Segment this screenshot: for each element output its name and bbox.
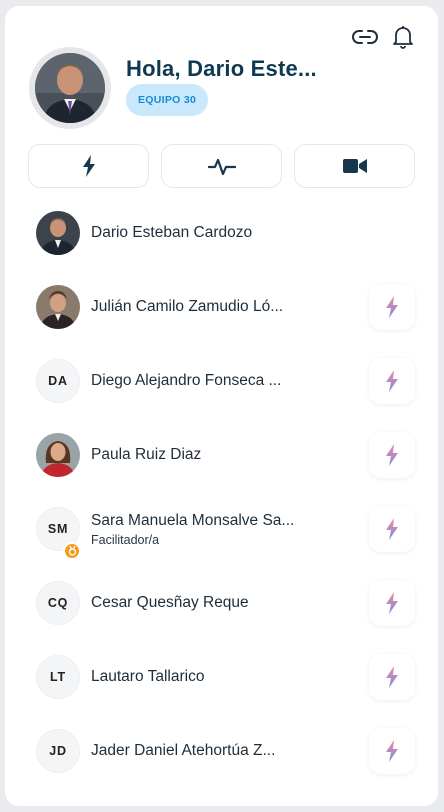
activity-button[interactable] — [161, 144, 282, 188]
gradient-lightning-icon — [386, 592, 398, 614]
greeting-title: Hola, Dario Este... — [126, 56, 317, 81]
member-name: Lautaro Tallarico — [91, 668, 205, 685]
profile-avatar[interactable] — [29, 47, 111, 129]
member-info: Cesar Quesñay Reque — [91, 594, 360, 612]
send-boost-button[interactable] — [369, 654, 415, 700]
action-bar — [28, 144, 415, 188]
member-avatar-photo — [36, 211, 80, 255]
member-info: Julián Camilo Zamudio Ló... — [91, 298, 360, 316]
member-avatar-initials: LT — [36, 655, 80, 699]
team-badge: EQUIPO 30 — [126, 84, 209, 116]
member-name: Dario Esteban Cardozo — [91, 224, 253, 241]
member-row[interactable]: Dario Esteban Cardozo — [5, 196, 438, 270]
member-list: Dario Esteban Cardozo Julián Camilo Zamud… — [5, 196, 438, 788]
member-name: Paula Ruiz Diaz — [91, 446, 202, 463]
send-boost-button[interactable] — [369, 432, 415, 478]
member-row[interactable]: DA Diego Alejandro Fonseca ... — [5, 344, 438, 418]
video-icon — [342, 159, 367, 173]
bell-icon[interactable] — [390, 24, 416, 50]
gradient-lightning-icon — [386, 740, 398, 762]
lightning-icon — [82, 155, 95, 177]
profile-photo — [35, 53, 105, 123]
video-button[interactable] — [294, 144, 415, 188]
send-boost-button[interactable] — [369, 506, 415, 552]
member-row[interactable]: Julián Camilo Zamudio Ló... — [5, 270, 438, 344]
member-avatar-initials: DA — [36, 359, 80, 403]
member-avatar-initials: CQ — [36, 581, 80, 625]
send-boost-button[interactable] — [369, 728, 415, 774]
member-row[interactable]: Paula Ruiz Diaz — [5, 418, 438, 492]
top-icons — [352, 24, 416, 50]
member-row[interactable]: SM Sara Manuela Monsalve Sa... Facilitador… — [5, 492, 438, 566]
send-boost-button[interactable] — [369, 358, 415, 404]
facilitator-medal-icon — [63, 542, 81, 560]
member-role: Facilitador/a — [91, 532, 160, 547]
member-row[interactable]: LT Lautaro Tallarico — [5, 640, 438, 714]
member-info: Dario Esteban Cardozo — [91, 224, 360, 242]
member-info: Paula Ruiz Diaz — [91, 446, 360, 464]
team-panel: Hola, Dario Este... EQUIPO 30 Dario Este… — [5, 6, 438, 806]
gradient-lightning-icon — [386, 296, 398, 318]
member-avatar-initials: JD — [36, 729, 80, 773]
member-info: Jader Daniel Atehortúa Z... — [91, 742, 360, 760]
link-icon[interactable] — [352, 24, 378, 50]
member-name: Cesar Quesñay Reque — [91, 594, 249, 611]
send-boost-button[interactable] — [369, 284, 415, 330]
gradient-lightning-icon — [386, 370, 398, 392]
member-info: Sara Manuela Monsalve Sa... Facilitador/a — [91, 512, 360, 547]
lightning-button[interactable] — [28, 144, 149, 188]
member-name: Jader Daniel Atehortúa Z... — [91, 742, 276, 759]
member-avatar-photo — [36, 433, 80, 477]
member-row[interactable]: CQ Cesar Quesñay Reque — [5, 566, 438, 640]
activity-icon — [207, 158, 236, 176]
member-row[interactable]: JD Jader Daniel Atehortúa Z... — [5, 714, 438, 788]
gradient-lightning-icon — [386, 666, 398, 688]
member-info: Diego Alejandro Fonseca ... — [91, 372, 360, 390]
send-boost-button[interactable] — [369, 580, 415, 626]
member-name: Diego Alejandro Fonseca ... — [91, 372, 282, 389]
member-info: Lautaro Tallarico — [91, 668, 360, 686]
member-name: Julián Camilo Zamudio Ló... — [91, 298, 284, 315]
member-name: Sara Manuela Monsalve Sa... — [91, 511, 295, 529]
member-avatar-photo — [36, 285, 80, 329]
gradient-lightning-icon — [386, 444, 398, 466]
gradient-lightning-icon — [386, 518, 398, 540]
